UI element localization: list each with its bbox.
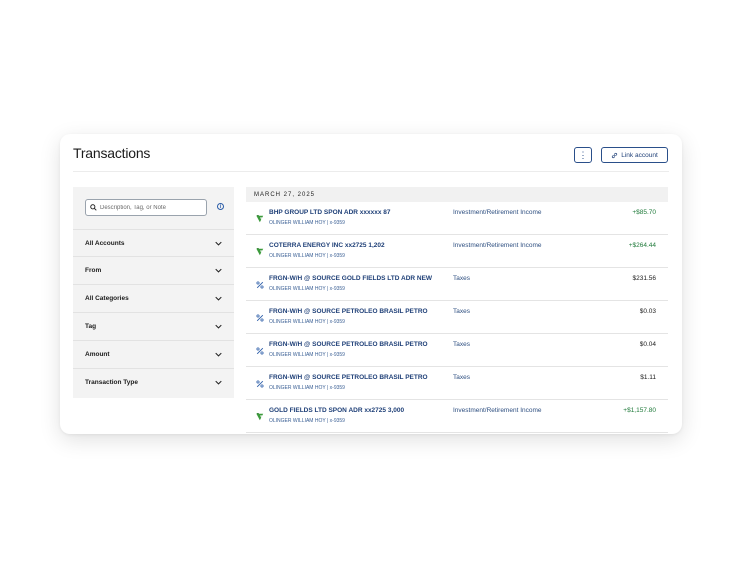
filter-label: From [85,266,102,274]
filter-label: All Accounts [85,239,125,247]
filter-sidebar: i All Accounts From All Categories Tag A… [73,187,234,398]
search-box [85,199,207,216]
transaction-amount: +$85.70 [632,209,656,216]
transaction-row[interactable]: COTERRA ENERGY INC xx2725 1,202 OLINGER W… [246,235,668,268]
dividend-icon [256,243,264,256]
chevron-down-icon [215,241,222,246]
search-icon [90,204,97,211]
transaction-account: OLINGER WILLIAM HOY | x-9359 [269,418,345,424]
more-options-button[interactable]: ⋮ [574,147,592,163]
chevron-down-icon [215,380,222,385]
filter-tag[interactable]: Tag [73,312,234,339]
chevron-down-icon [215,352,222,357]
transaction-row[interactable]: FRGN-W/H @ SOURCE PETROLEO BRASIL PETRO O… [246,301,668,334]
transaction-description[interactable]: FRGN-W/H @ SOURCE PETROLEO BRASIL PETRO [269,374,428,381]
transaction-description[interactable]: FRGN-W/H @ SOURCE PETROLEO BRASIL PETRO [269,341,428,348]
transaction-account: OLINGER WILLIAM HOY | x-9359 [269,319,345,325]
transaction-row[interactable]: GOLD FIELDS LTD SPON ADR xx2725 3,000 OLI… [246,400,668,433]
transaction-category[interactable]: Investment/Retirement Income [453,209,542,216]
transaction-account: OLINGER WILLIAM HOY | x-9359 [269,385,345,391]
transaction-row[interactable]: FRGN-W/H @ SOURCE PETROLEO BRASIL PETRO O… [246,334,668,367]
tax-icon [256,342,264,355]
dividend-icon [256,408,264,421]
transaction-description[interactable]: GOLD FIELDS LTD SPON ADR xx2725 3,000 [269,407,404,414]
transaction-category[interactable]: Investment/Retirement Income [453,242,542,249]
kebab-icon: ⋮ [578,149,588,160]
transaction-amount: $0.03 [639,308,656,315]
transaction-account: OLINGER WILLIAM HOY | x-9359 [269,220,345,226]
tax-icon [256,276,264,289]
transaction-description[interactable]: BHP GROUP LTD SPON ADR xxxxxx 87 [269,209,391,216]
link-icon [612,152,618,158]
transaction-row[interactable]: FRGN-W/H @ SOURCE PETROLEO BRASIL PETRO O… [246,367,668,400]
transaction-account: OLINGER WILLIAM HOY | x-9359 [269,253,345,259]
transaction-category[interactable]: Taxes [453,308,470,315]
info-icon[interactable]: i [217,203,224,210]
chevron-down-icon [215,324,222,329]
dividend-icon [256,210,264,223]
transaction-amount: $1.11 [640,374,656,381]
transactions-card: Transactions ⋮ Link account i All Accoun… [60,134,682,434]
transaction-category[interactable]: Taxes [453,374,470,381]
header-divider [73,171,669,172]
page-title: Transactions [73,145,151,161]
chevron-down-icon [215,268,222,273]
chevron-down-icon [215,296,222,301]
transaction-description[interactable]: FRGN-W/H @ SOURCE PETROLEO BRASIL PETRO [269,308,428,315]
transaction-category[interactable]: Investment/Retirement Income [453,407,542,414]
transaction-amount: +$1,157.80 [623,407,656,414]
transaction-amount: +$264.44 [628,242,656,249]
link-account-button[interactable]: Link account [601,147,668,163]
filter-label: Tag [85,322,97,330]
date-header: MARCH 27, 2025 [246,187,668,202]
link-account-label: Link account [621,151,658,159]
search-input[interactable] [100,204,205,211]
filter-label: Transaction Type [85,378,138,386]
filter-amount[interactable]: Amount [73,340,234,367]
transaction-account: OLINGER WILLIAM HOY | x-9359 [269,352,345,358]
filter-all-accounts[interactable]: All Accounts [73,229,234,256]
filter-from[interactable]: From [73,256,234,283]
transaction-amount: $231.56 [632,275,657,282]
transaction-amount: $0.04 [639,341,656,348]
tax-icon [256,375,264,388]
filter-label: Amount [85,350,110,358]
transaction-row[interactable]: FRGN-W/H @ SOURCE GOLD FIELDS LTD ADR NE… [246,268,668,301]
transaction-description[interactable]: FRGN-W/H @ SOURCE GOLD FIELDS LTD ADR NE… [269,275,432,282]
filter-label: All Categories [85,294,129,302]
transaction-description[interactable]: COTERRA ENERGY INC xx2725 1,202 [269,242,385,249]
transaction-row[interactable]: BHP GROUP LTD SPON ADR xxxxxx 87 OLINGER … [246,202,668,235]
tax-icon [256,309,264,322]
filter-transaction-type[interactable]: Transaction Type [73,368,234,395]
filter-all-categories[interactable]: All Categories [73,284,234,311]
transaction-category[interactable]: Taxes [453,275,470,282]
transaction-category[interactable]: Taxes [453,341,470,348]
transaction-account: OLINGER WILLIAM HOY | x-9359 [269,286,345,292]
